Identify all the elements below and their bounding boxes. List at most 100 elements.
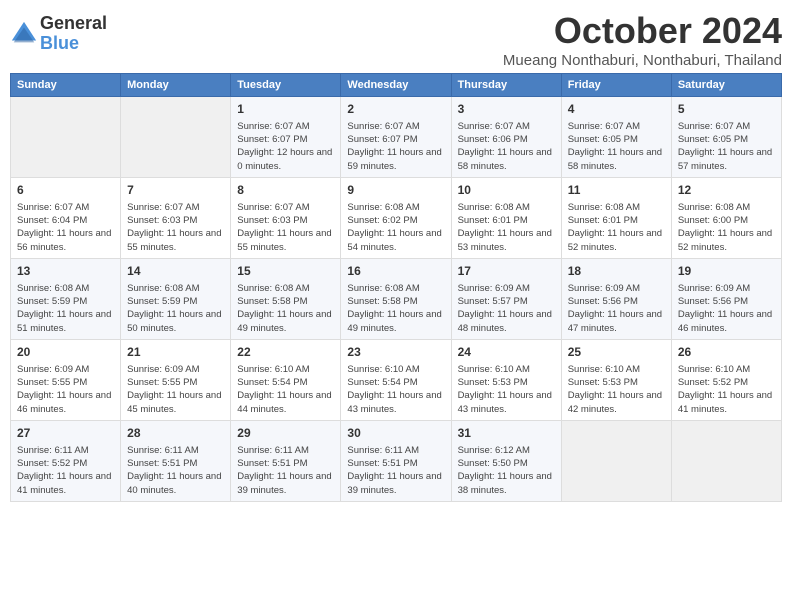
- calendar-row-3: 13 Sunrise: 6:08 AM Sunset: 5:59 PM Dayli…: [11, 258, 782, 339]
- day-info: Sunrise: 6:11 AM Sunset: 5:51 PM Dayligh…: [127, 444, 224, 497]
- day-info: Sunrise: 6:09 AM Sunset: 5:57 PM Dayligh…: [458, 282, 555, 335]
- day-info: Sunrise: 6:09 AM Sunset: 5:55 PM Dayligh…: [127, 363, 224, 416]
- calendar-cell: 12 Sunrise: 6:08 AM Sunset: 6:00 PM Dayli…: [671, 177, 781, 258]
- calendar-cell: 17Sunrise: 6:09 AM Sunset: 5:57 PM Dayli…: [451, 258, 561, 339]
- month-title: October 2024: [503, 10, 782, 52]
- day-number: 5: [678, 101, 775, 118]
- day-info: Sunrise: 6:08 AM Sunset: 6:01 PM Dayligh…: [458, 201, 555, 254]
- day-info: Sunrise: 6:12 AM Sunset: 5:50 PM Dayligh…: [458, 444, 555, 497]
- col-header-wednesday: Wednesday: [341, 74, 451, 97]
- day-number: 26: [678, 344, 775, 361]
- day-number: 16: [347, 263, 444, 280]
- day-info: Sunrise: 6:11 AM Sunset: 5:52 PM Dayligh…: [17, 444, 114, 497]
- day-info: Sunrise: 6:09 AM Sunset: 5:56 PM Dayligh…: [678, 282, 775, 335]
- day-number: 27: [17, 425, 114, 442]
- header-row: SundayMondayTuesdayWednesdayThursdayFrid…: [11, 74, 782, 97]
- logo-icon: [10, 20, 38, 48]
- calendar-cell: [121, 97, 231, 178]
- day-number: 18: [568, 263, 665, 280]
- day-number: 7: [127, 182, 224, 199]
- day-info: Sunrise: 6:07 AM Sunset: 6:07 PM Dayligh…: [237, 120, 334, 173]
- calendar-cell: 31 Sunrise: 6:12 AM Sunset: 5:50 PM Dayli…: [451, 420, 561, 501]
- col-header-saturday: Saturday: [671, 74, 781, 97]
- calendar-cell: 11 Sunrise: 6:08 AM Sunset: 6:01 PM Dayli…: [561, 177, 671, 258]
- calendar-cell: 25 Sunrise: 6:10 AM Sunset: 5:53 PM Dayli…: [561, 339, 671, 420]
- logo: General Blue: [10, 14, 107, 54]
- calendar-row-4: 20Sunrise: 6:09 AM Sunset: 5:55 PM Dayli…: [11, 339, 782, 420]
- calendar-cell: [561, 420, 671, 501]
- day-info: Sunrise: 6:11 AM Sunset: 5:51 PM Dayligh…: [237, 444, 334, 497]
- calendar-row-2: 6 Sunrise: 6:07 AM Sunset: 6:04 PM Daylig…: [11, 177, 782, 258]
- day-number: 11: [568, 182, 665, 199]
- col-header-friday: Friday: [561, 74, 671, 97]
- day-number: 28: [127, 425, 224, 442]
- calendar-cell: 22Sunrise: 6:10 AM Sunset: 5:54 PM Dayli…: [231, 339, 341, 420]
- logo-general: General: [40, 14, 107, 34]
- calendar-cell: 5Sunrise: 6:07 AM Sunset: 6:05 PM Daylig…: [671, 97, 781, 178]
- calendar-cell: 24 Sunrise: 6:10 AM Sunset: 5:53 PM Dayli…: [451, 339, 561, 420]
- day-info: Sunrise: 6:10 AM Sunset: 5:53 PM Dayligh…: [458, 363, 555, 416]
- calendar-cell: 16 Sunrise: 6:08 AM Sunset: 5:58 PM Dayli…: [341, 258, 451, 339]
- day-info: Sunrise: 6:10 AM Sunset: 5:54 PM Dayligh…: [237, 363, 334, 416]
- calendar-cell: 7 Sunrise: 6:07 AM Sunset: 6:03 PM Daylig…: [121, 177, 231, 258]
- day-number: 25: [568, 344, 665, 361]
- calendar-cell: 20Sunrise: 6:09 AM Sunset: 5:55 PM Dayli…: [11, 339, 121, 420]
- day-number: 12: [678, 182, 775, 199]
- day-info: Sunrise: 6:08 AM Sunset: 6:00 PM Dayligh…: [678, 201, 775, 254]
- day-number: 8: [237, 182, 334, 199]
- calendar-cell: 23 Sunrise: 6:10 AM Sunset: 5:54 PM Dayli…: [341, 339, 451, 420]
- day-number: 9: [347, 182, 444, 199]
- day-number: 21: [127, 344, 224, 361]
- day-info: Sunrise: 6:10 AM Sunset: 5:53 PM Dayligh…: [568, 363, 665, 416]
- day-info: Sunrise: 6:08 AM Sunset: 6:01 PM Dayligh…: [568, 201, 665, 254]
- calendar-cell: 28 Sunrise: 6:11 AM Sunset: 5:51 PM Dayli…: [121, 420, 231, 501]
- logo-text: General Blue: [40, 14, 107, 54]
- day-number: 13: [17, 263, 114, 280]
- day-info: Sunrise: 6:10 AM Sunset: 5:52 PM Dayligh…: [678, 363, 775, 416]
- calendar-cell: 21 Sunrise: 6:09 AM Sunset: 5:55 PM Dayli…: [121, 339, 231, 420]
- day-number: 10: [458, 182, 555, 199]
- day-info: Sunrise: 6:09 AM Sunset: 5:56 PM Dayligh…: [568, 282, 665, 335]
- day-number: 24: [458, 344, 555, 361]
- day-info: Sunrise: 6:10 AM Sunset: 5:54 PM Dayligh…: [347, 363, 444, 416]
- day-info: Sunrise: 6:07 AM Sunset: 6:04 PM Dayligh…: [17, 201, 114, 254]
- calendar-cell: [671, 420, 781, 501]
- calendar-cell: [11, 97, 121, 178]
- day-number: 4: [568, 101, 665, 118]
- calendar-cell: 15 Sunrise: 6:08 AM Sunset: 5:58 PM Dayli…: [231, 258, 341, 339]
- day-info: Sunrise: 6:08 AM Sunset: 5:58 PM Dayligh…: [237, 282, 334, 335]
- calendar-cell: 3 Sunrise: 6:07 AM Sunset: 6:06 PM Daylig…: [451, 97, 561, 178]
- day-number: 31: [458, 425, 555, 442]
- calendar-cell: 10 Sunrise: 6:08 AM Sunset: 6:01 PM Dayli…: [451, 177, 561, 258]
- day-info: Sunrise: 6:08 AM Sunset: 6:02 PM Dayligh…: [347, 201, 444, 254]
- calendar-cell: 18 Sunrise: 6:09 AM Sunset: 5:56 PM Dayli…: [561, 258, 671, 339]
- calendar-cell: 2Sunrise: 6:07 AM Sunset: 6:07 PM Daylig…: [341, 97, 451, 178]
- day-info: Sunrise: 6:07 AM Sunset: 6:06 PM Dayligh…: [458, 120, 555, 173]
- day-number: 30: [347, 425, 444, 442]
- calendar-cell: 13 Sunrise: 6:08 AM Sunset: 5:59 PM Dayli…: [11, 258, 121, 339]
- day-number: 23: [347, 344, 444, 361]
- day-info: Sunrise: 6:08 AM Sunset: 5:59 PM Dayligh…: [127, 282, 224, 335]
- calendar-cell: 14Sunrise: 6:08 AM Sunset: 5:59 PM Dayli…: [121, 258, 231, 339]
- day-info: Sunrise: 6:07 AM Sunset: 6:03 PM Dayligh…: [127, 201, 224, 254]
- title-block: October 2024 Mueang Nonthaburi, Nonthabu…: [503, 10, 782, 69]
- logo-blue: Blue: [40, 34, 107, 54]
- calendar-cell: 29 Sunrise: 6:11 AM Sunset: 5:51 PM Dayli…: [231, 420, 341, 501]
- day-number: 29: [237, 425, 334, 442]
- day-number: 15: [237, 263, 334, 280]
- day-number: 3: [458, 101, 555, 118]
- day-number: 19: [678, 263, 775, 280]
- day-info: Sunrise: 6:09 AM Sunset: 5:55 PM Dayligh…: [17, 363, 114, 416]
- day-info: Sunrise: 6:08 AM Sunset: 5:58 PM Dayligh…: [347, 282, 444, 335]
- col-header-monday: Monday: [121, 74, 231, 97]
- col-header-sunday: Sunday: [11, 74, 121, 97]
- calendar-row-1: 1Sunrise: 6:07 AM Sunset: 6:07 PM Daylig…: [11, 97, 782, 178]
- col-header-thursday: Thursday: [451, 74, 561, 97]
- day-number: 6: [17, 182, 114, 199]
- calendar-cell: 27 Sunrise: 6:11 AM Sunset: 5:52 PM Dayli…: [11, 420, 121, 501]
- calendar-cell: 6 Sunrise: 6:07 AM Sunset: 6:04 PM Daylig…: [11, 177, 121, 258]
- day-info: Sunrise: 6:08 AM Sunset: 5:59 PM Dayligh…: [17, 282, 114, 335]
- day-info: Sunrise: 6:07 AM Sunset: 6:05 PM Dayligh…: [568, 120, 665, 173]
- calendar-table: SundayMondayTuesdayWednesdayThursdayFrid…: [10, 73, 782, 502]
- calendar-row-5: 27 Sunrise: 6:11 AM Sunset: 5:52 PM Dayli…: [11, 420, 782, 501]
